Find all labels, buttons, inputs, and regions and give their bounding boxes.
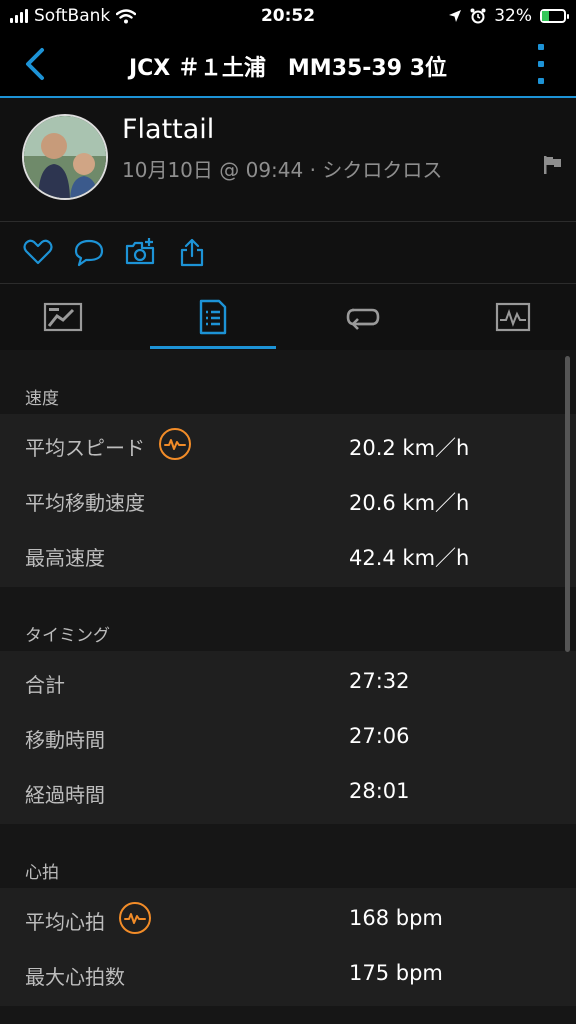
heart-rate-badge-icon[interactable] [119, 901, 151, 934]
stat-label: 平均心拍 [25, 910, 105, 934]
action-bar [0, 222, 576, 282]
stat-label-group: 移動時間 [25, 724, 105, 753]
section-header: 速度 [25, 389, 59, 409]
stat-label-group: 合計 [25, 669, 65, 698]
share-icon[interactable] [176, 236, 208, 268]
stat-value: 28:01 [349, 779, 410, 803]
section-body: 合計 27:32 移動時間 27:06 経過時間 28:01 [0, 651, 576, 824]
stat-value: 168 bpm [349, 906, 443, 930]
avatar[interactable] [22, 114, 108, 200]
stat-label-group: 平均移動速度 [25, 487, 145, 516]
battery-percent: 32% [494, 6, 532, 26]
comment-bubble-icon[interactable] [73, 236, 105, 268]
stat-label: 平均移動速度 [25, 491, 145, 515]
more-menu-icon[interactable] [536, 44, 546, 84]
section-header: タイミング [25, 626, 110, 646]
stat-row: 経過時間 28:01 [0, 765, 576, 820]
stat-row: 平均移動速度 20.6 km／h [0, 473, 576, 528]
stat-label: 経過時間 [25, 783, 105, 807]
stat-row: 平均心拍 168 bpm [0, 892, 576, 947]
app-header: JCX ＃１土浦 MM35-39 3位 [0, 32, 576, 98]
stat-label-group: 平均スピード [25, 427, 191, 461]
stat-label: 移動時間 [25, 728, 105, 752]
tab-laps[interactable] [300, 284, 426, 350]
stat-label-group: 最高速度 [25, 542, 105, 571]
stat-label-group: 最大心拍数 [25, 961, 125, 990]
section-header: 心拍 [25, 863, 59, 883]
stat-label: 最高速度 [25, 546, 105, 570]
stat-value: 20.6 km／h [349, 491, 470, 515]
stat-row: 最大心拍数 175 bpm [0, 947, 576, 1002]
battery-icon [540, 9, 569, 23]
scrollbar[interactable] [565, 356, 570, 652]
stat-value: 42.4 km／h [349, 546, 470, 570]
stat-value: 27:32 [349, 669, 410, 693]
stat-row: 移動時間 27:06 [0, 710, 576, 765]
status-bar: SoftBank 20:52 32% [0, 0, 576, 32]
laps-loop-icon [346, 308, 380, 330]
stat-row: 合計 27:32 [0, 655, 576, 710]
section-body: 平均スピード 20.2 km／h 平均移動速度 20.6 km／h 最高速度 42.4 k… [0, 414, 576, 587]
stat-value: 27:06 [349, 724, 410, 748]
stat-label: 最大心拍数 [25, 965, 125, 989]
tab-stats[interactable] [150, 284, 276, 350]
add-photo-icon[interactable] [124, 236, 156, 268]
tab-graphs[interactable] [450, 284, 576, 350]
section-body: 平均心拍 168 bpm 最大心拍数 175 bpm [0, 888, 576, 1006]
activity-meta: 10月10日 @ 09:44 · シクロクロス [122, 158, 443, 182]
tab-bar [0, 284, 576, 350]
alarm-icon [470, 8, 486, 24]
activity-profile: Flattail 10月10日 @ 09:44 · シクロクロス [0, 100, 576, 220]
tab-overview[interactable] [0, 284, 126, 350]
stat-row: 最高速度 42.4 km／h [0, 528, 576, 583]
stats-list[interactable]: 速度平均スピード 20.2 km／h 平均移動速度 20.6 km／h 最高速度 42.4… [0, 350, 576, 1024]
page-title: JCX ＃１土浦 MM35-39 3位 [128, 56, 448, 81]
stat-value: 20.2 km／h [349, 436, 470, 460]
stats-document-icon [199, 299, 227, 335]
heart-rate-badge-icon[interactable] [159, 427, 191, 460]
stat-label: 合計 [25, 673, 65, 697]
flag-icon[interactable] [542, 154, 564, 176]
active-tab-indicator [150, 346, 276, 349]
location-arrow-icon [449, 10, 462, 22]
graph-monitor-icon [495, 302, 531, 332]
stat-label: 平均スピード [25, 436, 145, 460]
back-chevron-icon[interactable] [20, 46, 52, 82]
stat-row: 平均スピード 20.2 km／h [0, 418, 576, 473]
stat-value: 175 bpm [349, 961, 443, 985]
like-heart-icon[interactable] [22, 236, 54, 268]
status-right: 32% [448, 6, 569, 26]
user-name[interactable]: Flattail [122, 114, 214, 145]
overview-chart-icon [43, 302, 83, 332]
stat-label-group: 経過時間 [25, 779, 105, 808]
stat-label-group: 平均心拍 [25, 901, 151, 935]
battery-fill [542, 11, 550, 21]
